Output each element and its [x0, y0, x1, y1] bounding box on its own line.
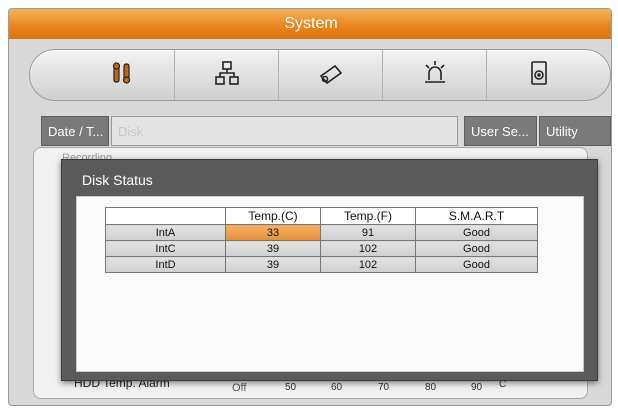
disk-status-dialog: Disk Status Temp.(C) Temp.(F) S.M.A.R.T … [61, 159, 598, 381]
system-tools-icon [107, 58, 137, 93]
table-row[interactable]: IntA 33 91 Good [105, 224, 538, 241]
column-header-smart: S.M.A.R.T [415, 207, 538, 225]
smart-cell: Good [415, 240, 538, 257]
temp-f-cell: 91 [320, 224, 416, 241]
disk-status-table: Temp.(C) Temp.(F) S.M.A.R.T IntA 33 91 G… [105, 207, 538, 273]
alarm-button[interactable] [382, 50, 486, 100]
disk-name-cell: IntA [105, 224, 226, 241]
slider-tick: 90 [471, 382, 483, 393]
column-header-disk [105, 207, 226, 225]
slider-tick: 50 [285, 382, 297, 393]
tab-date-time[interactable]: Date / T... [41, 116, 109, 146]
tab-utility[interactable]: Utility [539, 116, 611, 146]
column-header-temp-c: Temp.(C) [225, 207, 321, 225]
disk-button[interactable] [486, 50, 590, 100]
network-button[interactable] [174, 50, 278, 100]
system-tools-button[interactable] [70, 50, 174, 100]
temp-c-cell: 39 [225, 240, 321, 257]
disk-name-cell: IntD [105, 256, 226, 273]
temp-c-cell: 33 [225, 224, 321, 241]
category-toolbar [29, 49, 611, 101]
alarm-icon [420, 58, 450, 93]
tab-disk[interactable]: Disk [111, 116, 458, 146]
temp-f-cell: 102 [320, 240, 416, 257]
temp-c-cell: 39 [225, 256, 321, 273]
disk-name-cell: IntC [105, 240, 226, 257]
disk-icon [524, 58, 554, 93]
dialog-body: Temp.(C) Temp.(F) S.M.A.R.T IntA 33 91 G… [76, 196, 584, 372]
table-header-row: Temp.(C) Temp.(F) S.M.A.R.T [105, 207, 538, 225]
camera-icon [316, 58, 346, 93]
window-title: System [9, 9, 611, 39]
table-row[interactable]: IntD 39 102 Good [105, 256, 538, 273]
temp-f-cell: 102 [320, 256, 416, 273]
system-window: System Date / T... Disk User Se... Utili… [8, 8, 612, 406]
slider-tick: 80 [425, 382, 437, 393]
tab-user-settings[interactable]: User Se... [464, 116, 537, 146]
camera-button[interactable] [278, 50, 382, 100]
smart-cell: Good [415, 224, 538, 241]
network-icon [212, 58, 242, 93]
slider-tick: 70 [378, 382, 390, 393]
table-row[interactable]: IntC 39 102 Good [105, 240, 538, 257]
dialog-title: Disk Status [82, 172, 153, 188]
column-header-temp-f: Temp.(F) [320, 207, 416, 225]
slider-tick-off: Off [232, 382, 247, 394]
slider-tick: 60 [331, 382, 343, 393]
settings-tabs: Date / T... Disk User Se... Utility [41, 116, 611, 146]
smart-cell: Good [415, 256, 538, 273]
